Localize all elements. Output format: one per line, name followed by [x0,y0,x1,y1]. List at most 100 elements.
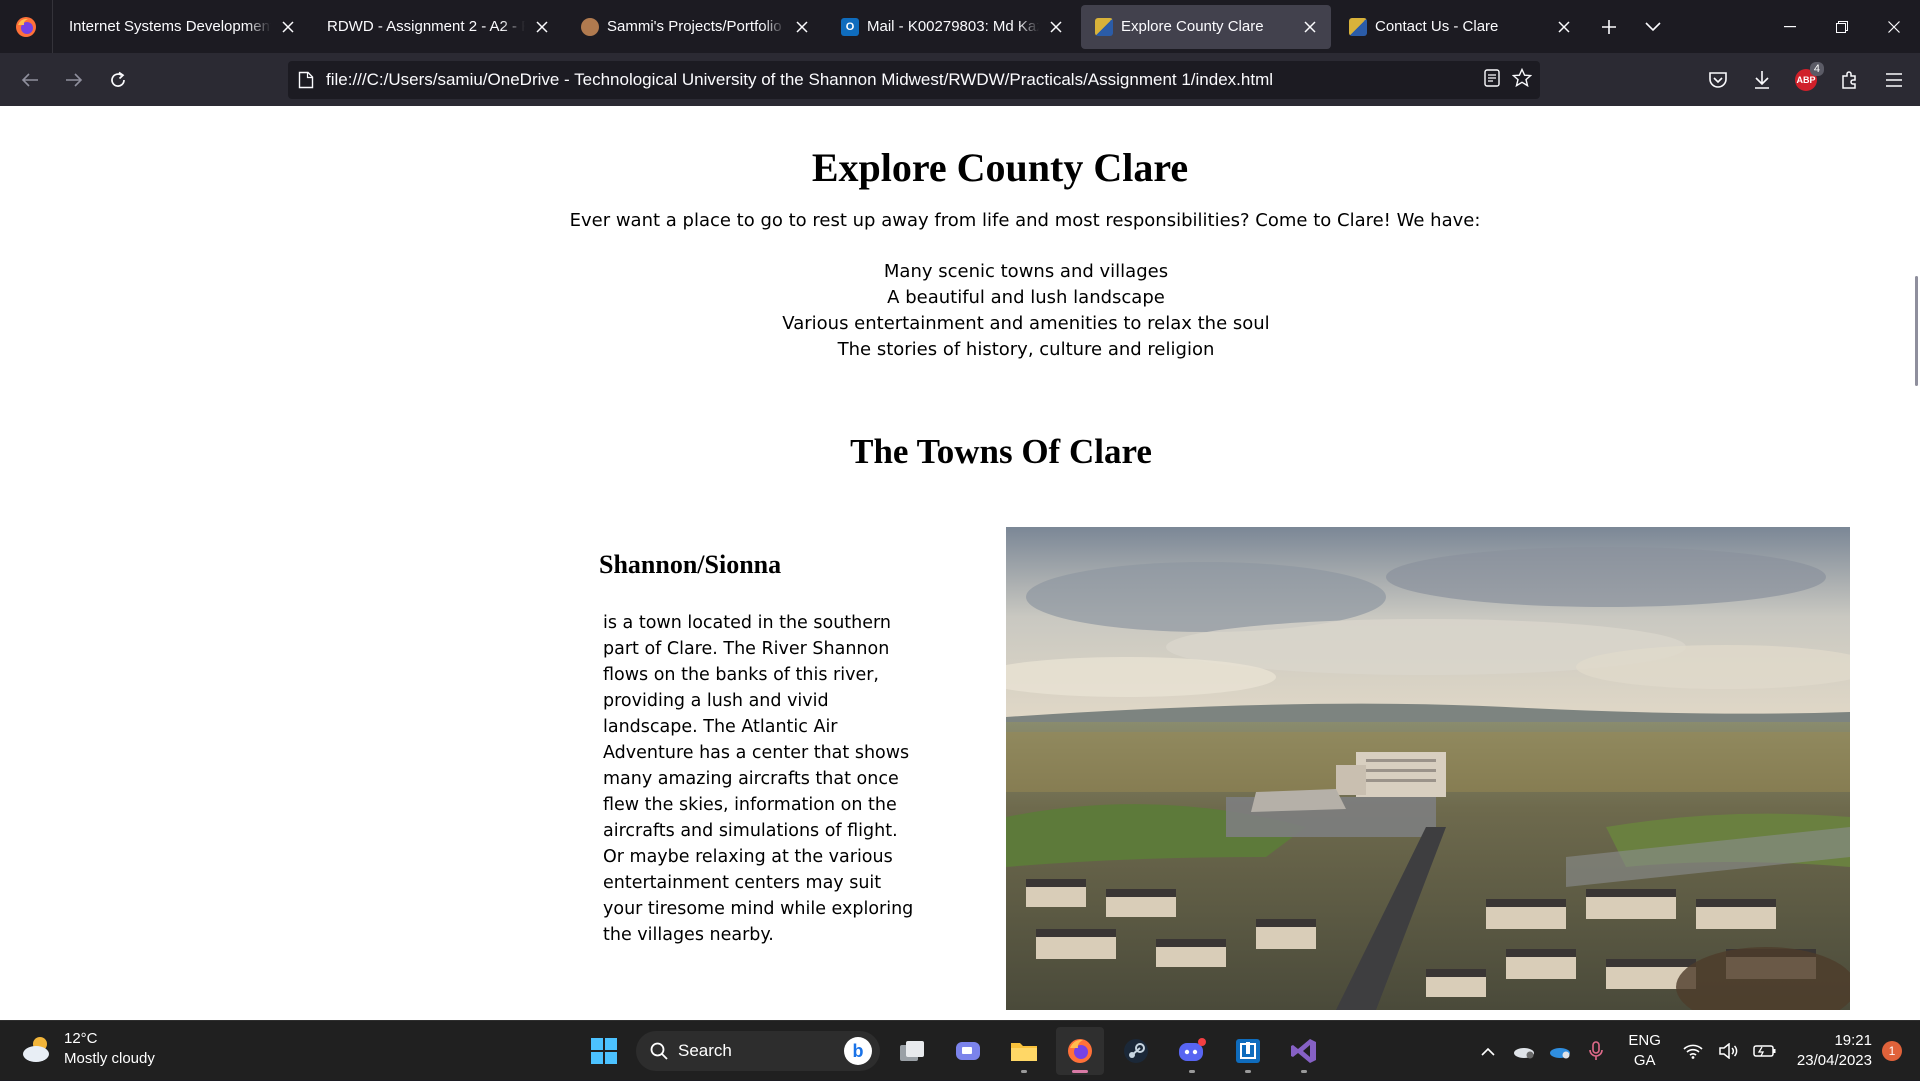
extension-badge: 4 [1809,61,1824,76]
weather-widget[interactable]: 12°C Mostly cloudy [20,1029,155,1069]
tab-title: Explore County Clare [1121,18,1264,35]
taskbar-apps: Search b [580,1027,1328,1075]
running-indicator [1189,1070,1195,1073]
teams-chat-button[interactable] [944,1027,992,1075]
visual-studio-button[interactable] [1280,1027,1328,1075]
tab-rdwd-assignment[interactable]: RDWD - Assignment 2 - A2 - RD [313,5,563,49]
clock[interactable]: 19:21 23/04/2023 [1797,1031,1872,1071]
volume-icon[interactable] [1711,1033,1747,1069]
tab-mail[interactable]: O Mail - K00279803: Md Kazi [827,5,1077,49]
snipping-tool-icon [1236,1039,1260,1063]
task-view-button[interactable] [888,1027,936,1075]
arrow-left-icon [21,72,38,87]
url-text[interactable]: file:///C:/Users/samiu/OneDrive - Techno… [326,70,1273,90]
address-bar[interactable]: file:///C:/Users/samiu/OneDrive - Techno… [288,61,1540,99]
bing-icon[interactable]: b [844,1037,872,1065]
reload-icon [111,71,125,87]
outlook-icon: O [841,17,859,36]
show-hidden-icons-button[interactable] [1470,1033,1506,1069]
clare-crest-icon [1349,17,1367,36]
navigation-toolbar: file:///C:/Users/samiu/OneDrive - Techno… [0,53,1920,106]
firefox-taskbar-button[interactable] [1056,1027,1104,1075]
close-window-button[interactable] [1868,0,1920,53]
tab-explore-clare[interactable]: Explore County Clare [1081,4,1331,49]
running-indicator [1021,1070,1027,1073]
puzzle-icon [1842,70,1856,89]
extensions-button[interactable] [1832,62,1868,98]
back-button[interactable] [8,60,52,100]
firefox-menu-icon[interactable] [0,0,53,53]
clock-date: 23/04/2023 [1796,1052,1872,1069]
tab-portfolio[interactable]: Sammi's Projects/Portfolio [567,5,823,49]
tab-title: Mail - K00279803: Md Kazi [867,18,1039,35]
snipping-tool-button[interactable] [1224,1027,1272,1075]
close-icon[interactable] [1299,16,1321,38]
tab-internet-systems[interactable]: Internet Systems Development ( [55,5,309,49]
chevron-up-icon [1481,1047,1495,1056]
download-icon [1755,70,1769,89]
close-icon[interactable] [531,16,553,38]
file-explorer-button[interactable] [1000,1027,1048,1075]
weather-description: Mostly cloudy [64,1050,155,1067]
windows-logo-icon [591,1038,617,1064]
running-indicator [1072,1070,1088,1073]
section-title: The Towns Of Clare [850,432,1152,471]
close-icon[interactable] [1553,16,1575,38]
vertical-scrollbar[interactable] [1915,276,1918,386]
microphone-icon[interactable] [1578,1033,1614,1069]
discord-button[interactable] [1168,1027,1216,1075]
adblock-extension-button[interactable]: ABP 4 [1788,61,1824,98]
list-all-tabs-button[interactable] [1631,5,1675,49]
teams-chat-icon [956,1042,980,1060]
list-item: The stories of history, culture and reli… [837,339,1215,360]
feature-list: Many scenic towns and villages A beautif… [0,259,1920,363]
tab-title: Contact Us - Clare [1375,18,1499,35]
search-label: Search [678,1041,732,1060]
onedrive-personal-icon[interactable] [1506,1033,1542,1069]
steam-icon [1124,1039,1148,1063]
bookmark-star-icon[interactable] [1511,67,1533,93]
clock-time: 19:21 [1834,1032,1872,1049]
cookie-icon [581,17,599,36]
tab-strip: Internet Systems Development ( RDWD - As… [0,0,1920,53]
town-description: is a town located in the southern part o… [603,613,914,945]
steam-button[interactable] [1112,1027,1160,1075]
taskbar-search[interactable]: Search b [636,1031,880,1071]
onedrive-business-icon[interactable] [1542,1033,1578,1069]
notification-badge[interactable]: 1 [1882,1041,1902,1061]
tab-contact-clare[interactable]: Contact Us - Clare [1335,5,1585,49]
pocket-icon [1709,71,1727,88]
running-indicator [1245,1070,1251,1073]
town-aerial-photo [1006,527,1850,1010]
reader-view-icon[interactable] [1484,68,1500,92]
minimize-button[interactable] [1764,0,1816,53]
wifi-icon[interactable] [1675,1033,1711,1069]
new-tab-button[interactable] [1587,5,1631,49]
tab-title: Internet Systems Development ( [69,18,271,35]
downloads-button[interactable] [1744,62,1780,98]
battery-icon[interactable] [1747,1033,1783,1069]
start-button[interactable] [580,1027,628,1075]
list-item: A beautiful and lush landscape [887,287,1165,308]
close-icon[interactable] [277,16,299,38]
tab-list: Internet Systems Development ( RDWD - As… [53,0,1675,53]
page-viewport[interactable]: Explore County Clare Ever want a place t… [0,106,1920,1020]
app-menu-button[interactable] [1876,62,1912,98]
close-icon[interactable] [1045,16,1067,38]
file-icon [298,71,314,89]
restore-button[interactable] [1816,0,1868,53]
intro-paragraph: Ever want a place to go to rest up away … [569,210,1481,231]
close-icon[interactable] [791,16,813,38]
cloud-sun-icon [23,1037,49,1062]
window-controls [1764,0,1920,53]
toolbar-actions: ABP 4 [1700,53,1912,106]
running-indicator [1301,1070,1307,1073]
pocket-button[interactable] [1700,62,1736,98]
forward-button[interactable] [52,60,96,100]
reload-button[interactable] [96,60,140,100]
list-item: Various entertainment and amenities to r… [782,313,1270,334]
input-language-indicator[interactable]: ENG GA [1628,1031,1661,1071]
clare-crest-icon [1095,17,1113,36]
windows-taskbar: 12°C Mostly cloudy Search b ENG GA 19:21… [0,1020,1920,1080]
system-tray: ENG GA 19:21 23/04/2023 1 [1470,1021,1920,1081]
